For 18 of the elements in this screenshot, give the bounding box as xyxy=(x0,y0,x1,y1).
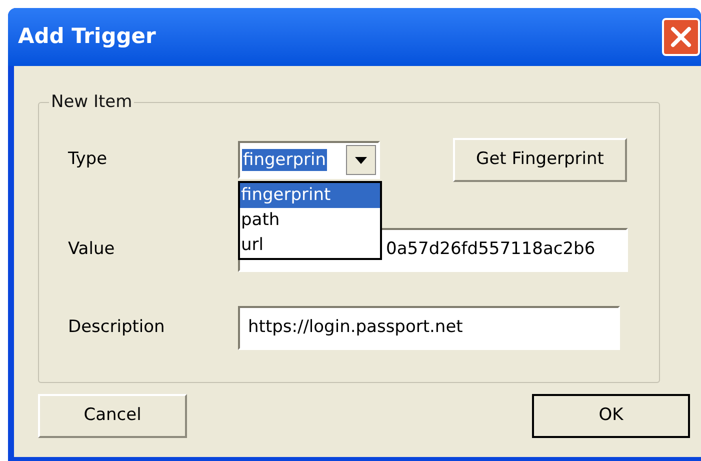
type-dropdown[interactable]: fingerprin xyxy=(238,141,380,179)
field-label: Type xyxy=(68,148,108,172)
close-button[interactable] xyxy=(662,18,700,56)
caret-icon xyxy=(355,156,367,164)
close-icon xyxy=(670,26,692,48)
window-title: Add Trigger xyxy=(18,23,156,50)
description-field[interactable]: https://login.passport.net xyxy=(238,306,620,350)
field-value: https://login.passport.net xyxy=(248,316,463,340)
field-label: Value xyxy=(68,238,116,262)
field-value: 0a57d26fd557118ac2b6 xyxy=(386,238,596,262)
ok-button[interactable]: OK xyxy=(532,394,690,438)
dropdown-value: fingerprin xyxy=(242,149,327,171)
dropdown-option[interactable]: fingerprint xyxy=(240,183,380,208)
get-fingerprint-button[interactable]: Get Fingerprint xyxy=(453,138,627,182)
dropdown-option[interactable]: url xyxy=(240,233,380,258)
dropdown-arrow-button[interactable] xyxy=(346,145,376,175)
cancel-button[interactable]: Cancel xyxy=(38,394,187,438)
field-label: Description xyxy=(68,316,166,340)
